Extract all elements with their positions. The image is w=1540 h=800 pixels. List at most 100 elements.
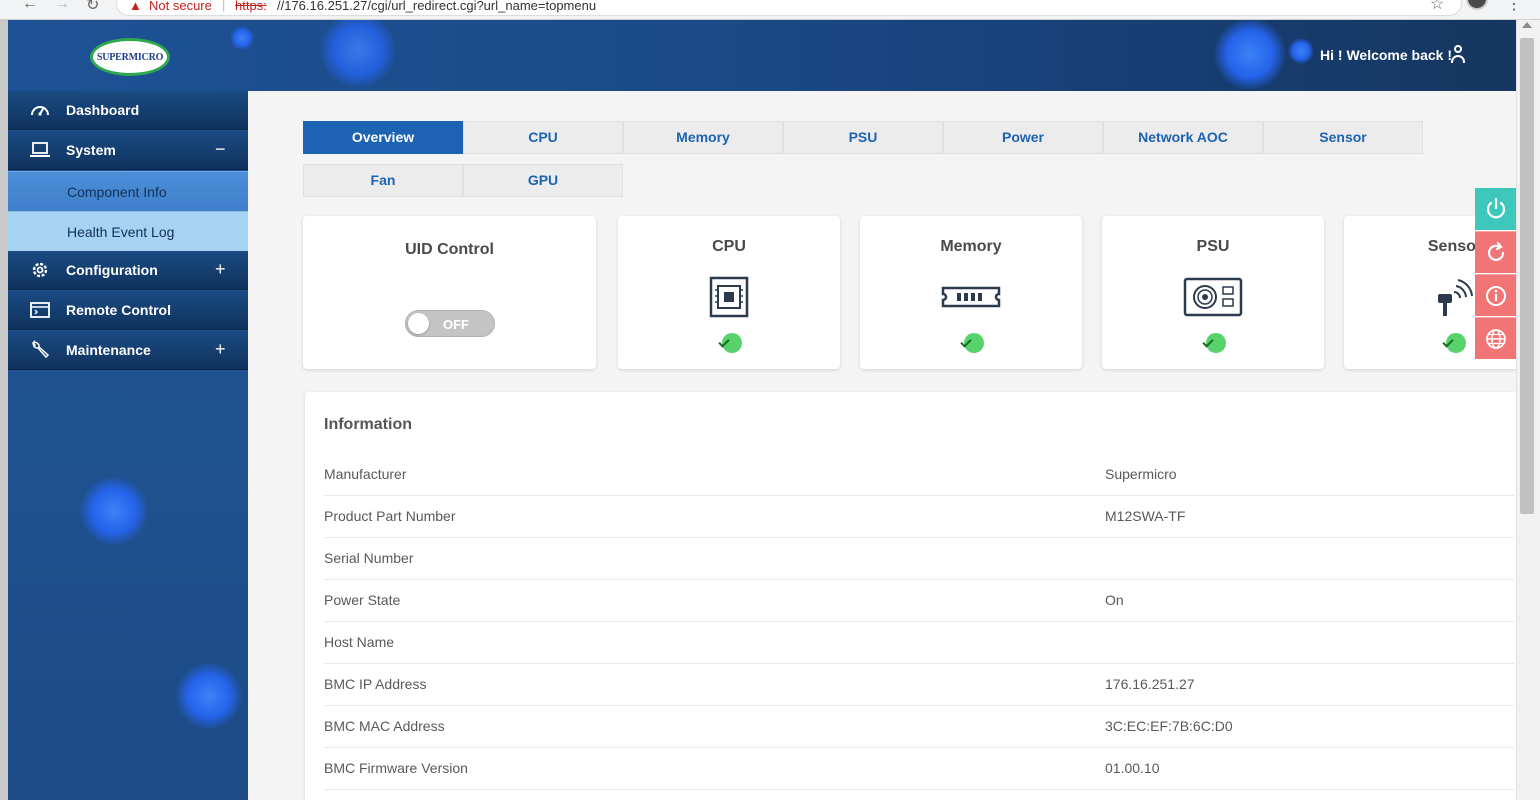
information-title: Information [324, 416, 412, 433]
sidebar-item-configuration[interactable]: Configuration + [8, 251, 248, 290]
power-icon [1486, 197, 1505, 219]
sidebar-item-label: Remote Control [66, 302, 171, 318]
tab-network-aoc[interactable]: Network AOC [1103, 121, 1263, 154]
info-row: BMC Firmware Version 01.00.10 [324, 748, 1514, 790]
info-row: Power State On [324, 580, 1514, 622]
status-ok-icon [960, 333, 984, 353]
cpu-status-card[interactable]: CPU [618, 216, 840, 369]
info-label: Power State [324, 592, 401, 608]
info-value: 3C:EC:EF:7B:6C:D0 [1105, 718, 1233, 734]
card-title: UID Control [405, 241, 494, 258]
sidebar-item-label: Maintenance [66, 342, 151, 358]
url-text: //176.16.251.27/cgi/url_redirect.cgi?url… [277, 0, 597, 13]
scrollbar-thumb[interactable] [1520, 38, 1534, 514]
tab-sensor[interactable]: Sensor [1263, 121, 1423, 154]
console-window-icon [30, 302, 50, 318]
language-button[interactable] [1475, 317, 1516, 359]
address-separator: | [222, 0, 226, 12]
sidebar-item-label: Dashboard [66, 102, 140, 118]
card-title: CPU [712, 238, 746, 255]
tab-cpu[interactable]: CPU [463, 121, 623, 154]
info-label: Host Name [324, 634, 395, 650]
profile-avatar[interactable] [1466, 0, 1488, 10]
sidebar-subitem-label: Component Info [67, 184, 167, 200]
address-bar[interactable]: ▲ Not secure | https: //176.16.251.27/cg… [116, 0, 1462, 16]
sidebar-subitem-health-event-log[interactable]: Health Event Log [8, 211, 248, 251]
uid-toggle-switch[interactable]: OFF [405, 310, 495, 337]
forward-arrow-icon[interactable]: → [54, 0, 70, 13]
power-supply-icon [1183, 277, 1243, 317]
banner-glow [320, 20, 396, 88]
banner-glow [230, 26, 254, 50]
expand-toggle[interactable]: + [215, 259, 226, 280]
globe-icon [1485, 328, 1506, 349]
information-panel: Information Manufacturer Supermicro Prod… [305, 392, 1519, 800]
sidebar-item-dashboard[interactable]: Dashboard [8, 91, 248, 130]
expand-toggle[interactable]: + [215, 339, 226, 360]
tab-fan[interactable]: Fan [303, 164, 463, 197]
bookmark-star-icon[interactable]: ☆ [1430, 0, 1444, 14]
user-icon[interactable] [1450, 45, 1466, 65]
browser-toolbar: ← → ↻ ▲ Not secure | https: //176.16.251… [0, 0, 1540, 20]
info-label: BMC Firmware Version [324, 760, 468, 776]
memory-module-icon [941, 286, 1001, 308]
status-ok-icon [1202, 333, 1226, 353]
sidebar-item-system[interactable]: System − [8, 131, 248, 170]
power-button[interactable] [1475, 188, 1516, 230]
gear-icon [32, 262, 48, 278]
info-row: Serial Number [324, 538, 1514, 580]
refresh-button[interactable] [1475, 231, 1516, 273]
info-value: M12SWA-TF [1105, 508, 1186, 524]
sidebar-subitem-component-info[interactable]: Component Info [8, 171, 248, 211]
security-status: Not secure [149, 0, 212, 13]
toggle-state-label: OFF [443, 317, 469, 332]
url-scheme: https: [235, 0, 267, 13]
banner-glow [1288, 38, 1314, 64]
uid-control-card: UID Control OFF [303, 216, 596, 369]
warning-triangle-icon: ▲ [129, 0, 142, 13]
sidebar-glow [80, 477, 148, 545]
info-label: Manufacturer [324, 466, 407, 482]
sidebar-item-remote-control[interactable]: Remote Control [8, 291, 248, 330]
scroll-up-arrow-icon[interactable] [1522, 22, 1532, 28]
browser-menu-icon[interactable]: ⋮ [1506, 0, 1522, 14]
page: ← → ↻ ▲ Not secure | https: //176.16.251… [0, 0, 1540, 800]
tab-psu[interactable]: PSU [783, 121, 943, 154]
card-title: Memory [940, 238, 1002, 255]
info-row: Host Name [324, 622, 1514, 664]
info-label: Serial Number [324, 550, 414, 566]
info-label: BMC MAC Address [324, 718, 445, 734]
toggle-knob [408, 313, 429, 334]
supermicro-logo: SUPERMICRO [90, 38, 170, 76]
banner-glow [1214, 20, 1286, 90]
refresh-icon [1487, 241, 1504, 261]
info-value: Supermicro [1105, 466, 1177, 482]
sidebar-glow [176, 663, 242, 729]
memory-status-card[interactable]: Memory [860, 216, 1082, 369]
sidebar-item-maintenance[interactable]: Maintenance + [8, 331, 248, 370]
tab-memory[interactable]: Memory [623, 121, 783, 154]
reload-icon[interactable]: ↻ [86, 0, 99, 15]
tab-gpu[interactable]: GPU [463, 164, 623, 197]
sensor-probe-icon [1438, 279, 1473, 316]
tab-overview[interactable]: Overview [303, 121, 463, 154]
sidebar-item-label: System [66, 142, 116, 158]
collapse-toggle[interactable]: − [215, 139, 226, 160]
dashboard-gauge-icon [31, 106, 49, 116]
info-row: Product Part Number M12SWA-TF [324, 496, 1514, 538]
info-row: Manufacturer Supermicro [324, 454, 1514, 496]
info-row: BMC IP Address 176.16.251.27 [324, 664, 1514, 706]
back-arrow-icon[interactable]: ← [22, 0, 38, 13]
bmc-app: SUPERMICRO Hi ! Welcome back ! Dashboard [8, 20, 1540, 800]
info-label: Product Part Number [324, 508, 456, 524]
info-label: BMC IP Address [324, 676, 427, 692]
psu-status-card[interactable]: PSU [1102, 216, 1324, 369]
info-row: BMC MAC Address 3C:EC:EF:7B:6C:D0 [324, 706, 1514, 748]
info-button[interactable] [1475, 274, 1516, 316]
info-value: 176.16.251.27 [1105, 676, 1195, 692]
info-value: 01.00.10 [1105, 760, 1160, 776]
status-ok-icon [718, 333, 742, 353]
tab-power[interactable]: Power [943, 121, 1103, 154]
info-icon [1485, 285, 1506, 306]
sidebar-subitem-label: Health Event Log [67, 224, 175, 240]
